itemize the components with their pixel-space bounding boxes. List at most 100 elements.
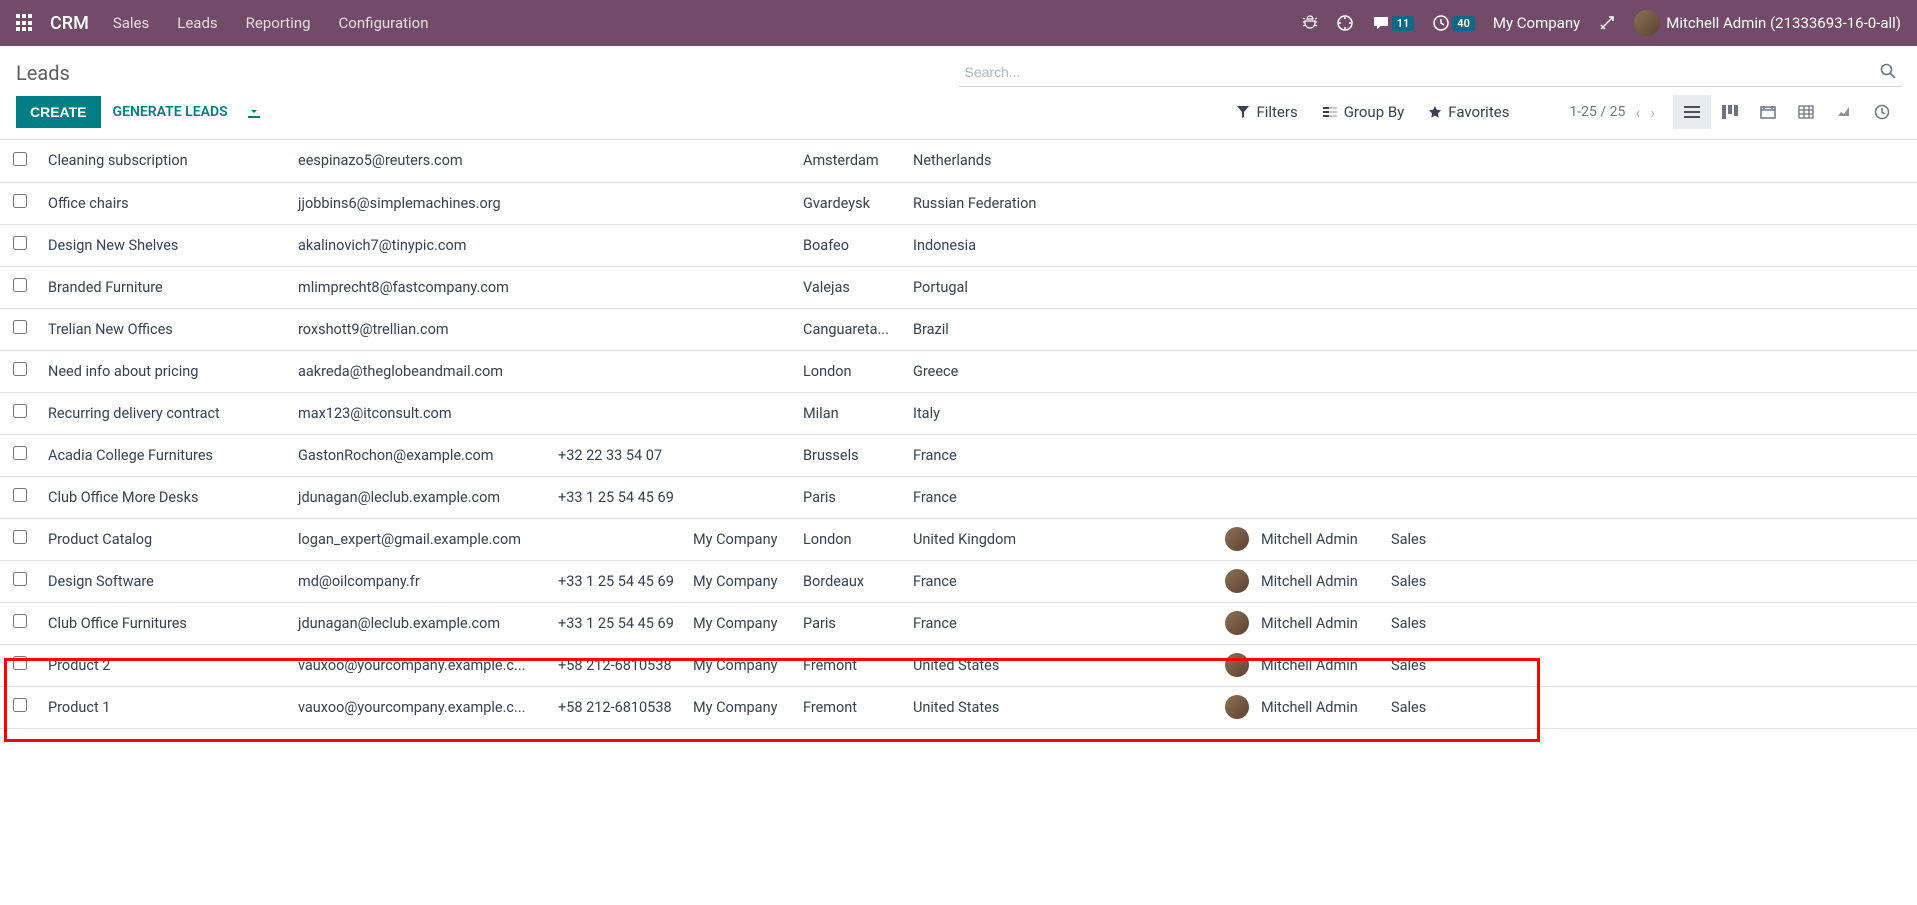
list-scroll[interactable]: Cleaning subscription eespinazo5@reuters… <box>0 140 1917 891</box>
search-input[interactable] <box>959 58 1902 87</box>
cell-email: jdunagan@leclub.example.com <box>290 476 550 518</box>
cell-company <box>685 350 795 392</box>
cell-name: Trelian New Offices <box>40 308 290 350</box>
table-row[interactable]: Office chairs jjobbins6@simplemachines.o… <box>0 182 1917 224</box>
table-row[interactable]: Club Office Furnitures jdunagan@leclub.e… <box>0 602 1917 644</box>
pager-value[interactable]: 1-25 / 25 <box>1569 104 1625 120</box>
favorites-button[interactable]: Favorites <box>1428 103 1509 121</box>
cell-company <box>685 140 795 182</box>
view-graph[interactable] <box>1825 95 1863 129</box>
view-kanban[interactable] <box>1711 95 1749 129</box>
pager: 1-25 / 25 ‹ › <box>1569 103 1655 122</box>
cell-salesperson: Mitchell Admin <box>1253 644 1383 686</box>
cell-city: Bordeaux <box>795 560 905 602</box>
cell-name: Cleaning subscription <box>40 140 290 182</box>
cell-city: Milan <box>795 392 905 434</box>
support-icon[interactable] <box>1336 14 1354 32</box>
row-checkbox[interactable] <box>13 320 27 334</box>
generate-leads-button[interactable]: GENERATE LEADS <box>113 104 228 120</box>
cell-phone: +33 1 25 54 45 69 <box>550 602 685 644</box>
view-list[interactable] <box>1673 95 1711 129</box>
import-icon[interactable] <box>246 104 262 120</box>
app-brand[interactable]: CRM <box>50 13 89 34</box>
table-row[interactable]: Product 1 vauxoo@yourcompany.example.c..… <box>0 686 1917 728</box>
menu-reporting[interactable]: Reporting <box>246 14 311 32</box>
table-row[interactable]: Trelian New Offices roxshott9@trellian.c… <box>0 308 1917 350</box>
view-pivot[interactable] <box>1787 95 1825 129</box>
table-row[interactable]: Branded Furniture mlimprecht8@fastcompan… <box>0 266 1917 308</box>
cell-avatar <box>1225 224 1253 266</box>
table-row[interactable]: Product 2 vauxoo@yourcompany.example.c..… <box>0 644 1917 686</box>
row-checkbox[interactable] <box>13 278 27 292</box>
cell-city: Paris <box>795 602 905 644</box>
cell-email: eespinazo5@reuters.com <box>290 140 550 182</box>
salesperson-avatar <box>1225 611 1249 635</box>
pager-prev[interactable]: ‹ <box>1635 103 1640 122</box>
menu-sales[interactable]: Sales <box>113 14 149 32</box>
cell-city: Fremont <box>795 686 905 728</box>
table-row[interactable]: Recurring delivery contract max123@itcon… <box>0 392 1917 434</box>
cell-name: Product Catalog <box>40 518 290 560</box>
cell-salesperson <box>1253 350 1383 392</box>
table-row[interactable]: Need info about pricing aakreda@theglobe… <box>0 350 1917 392</box>
filters-button[interactable]: Filters <box>1236 103 1297 121</box>
table-row[interactable]: Design New Shelves akalinovich7@tinypic.… <box>0 224 1917 266</box>
activities-badge: 40 <box>1452 16 1475 31</box>
view-calendar[interactable] <box>1749 95 1787 129</box>
table-row[interactable]: Design Software md@oilcompany.fr +33 1 2… <box>0 560 1917 602</box>
cell-country: Greece <box>905 350 1225 392</box>
menu-configuration[interactable]: Configuration <box>339 14 429 32</box>
row-checkbox[interactable] <box>13 656 27 670</box>
row-checkbox[interactable] <box>13 530 27 544</box>
cell-avatar <box>1225 560 1253 602</box>
tools-icon[interactable] <box>1598 14 1616 32</box>
row-checkbox[interactable] <box>13 236 27 250</box>
user-name: Mitchell Admin (21333693-16-0-all) <box>1666 14 1901 32</box>
table-row[interactable]: Club Office More Desks jdunagan@leclub.e… <box>0 476 1917 518</box>
user-menu[interactable]: Mitchell Admin (21333693-16-0-all) <box>1634 10 1901 36</box>
groupby-button[interactable]: Group By <box>1322 103 1405 121</box>
row-checkbox[interactable] <box>13 614 27 628</box>
cell-company: My Company <box>685 686 795 728</box>
cell-spacer <box>1483 392 1917 434</box>
top-navbar: CRM Sales Leads Reporting Configuration … <box>0 0 1917 46</box>
row-checkbox[interactable] <box>13 362 27 376</box>
table-row[interactable]: Acadia College Furnitures GastonRochon@e… <box>0 434 1917 476</box>
search-icon[interactable] <box>1879 62 1897 80</box>
cell-name: Design Software <box>40 560 290 602</box>
create-button[interactable]: CREATE <box>16 96 101 128</box>
cell-email: max123@itconsult.com <box>290 392 550 434</box>
row-checkbox[interactable] <box>13 152 27 166</box>
cell-company: My Company <box>685 602 795 644</box>
row-checkbox[interactable] <box>13 698 27 712</box>
row-checkbox[interactable] <box>13 488 27 502</box>
activities-icon[interactable]: 40 <box>1432 14 1475 32</box>
cell-name: Acadia College Furnitures <box>40 434 290 476</box>
row-checkbox[interactable] <box>13 404 27 418</box>
cell-team <box>1383 224 1483 266</box>
cell-phone: +33 1 25 54 45 69 <box>550 560 685 602</box>
row-checkbox[interactable] <box>13 446 27 460</box>
row-checkbox[interactable] <box>13 194 27 208</box>
cell-team <box>1383 308 1483 350</box>
company-switcher[interactable]: My Company <box>1493 14 1580 32</box>
messages-icon[interactable]: 11 <box>1372 14 1415 32</box>
favorites-label: Favorites <box>1448 103 1509 121</box>
pager-next[interactable]: › <box>1650 103 1655 122</box>
apps-icon[interactable] <box>16 14 34 32</box>
row-checkbox[interactable] <box>13 572 27 586</box>
cell-city: Valejas <box>795 266 905 308</box>
table-row[interactable]: Product Catalog logan_expert@gmail.examp… <box>0 518 1917 560</box>
salesperson-avatar <box>1225 527 1249 551</box>
table-row[interactable]: Cleaning subscription eespinazo5@reuters… <box>0 140 1917 182</box>
cell-city: Brussels <box>795 434 905 476</box>
cell-name: Office chairs <box>40 182 290 224</box>
cell-avatar <box>1225 266 1253 308</box>
menu-leads[interactable]: Leads <box>177 14 217 32</box>
cell-email: roxshott9@trellian.com <box>290 308 550 350</box>
cell-salesperson <box>1253 392 1383 434</box>
cell-city: London <box>795 350 905 392</box>
cell-city: Paris <box>795 476 905 518</box>
debug-icon[interactable] <box>1302 15 1318 31</box>
view-activity[interactable] <box>1863 95 1901 129</box>
